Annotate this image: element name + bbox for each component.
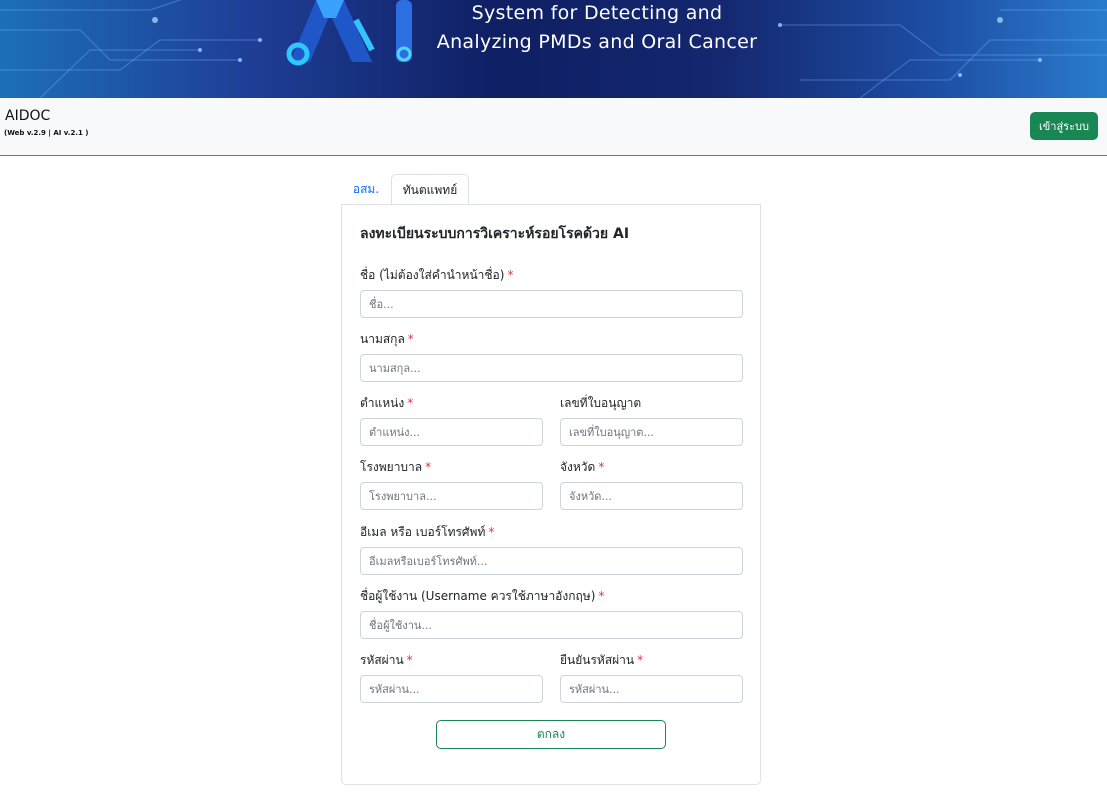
required-mark: *: [598, 460, 605, 474]
province-label: จังหวัด *: [560, 460, 605, 474]
registration-card: ลงทะเบียนระบบการวิเคราะห์รอยโรคด้วย AI ช…: [341, 204, 761, 785]
required-mark: *: [425, 460, 432, 474]
first-name-input[interactable]: [360, 290, 743, 318]
contact-input[interactable]: [360, 547, 743, 575]
contact-label: อีเมล หรือ เบอร์โทรศัพท์ *: [360, 525, 495, 539]
hospital-label: โรงพยาบาล *: [360, 460, 432, 474]
province-input[interactable]: [560, 482, 743, 510]
navbar: AIDOC (Web v.2.9 | AI v.2.1 ) เข้าสู่ระบ…: [0, 98, 1107, 156]
required-mark: *: [507, 268, 514, 282]
username-input[interactable]: [360, 611, 743, 639]
required-mark: *: [407, 332, 414, 346]
header-banner: System for Detecting and Analyzing PMDs …: [0, 0, 1107, 98]
position-label: ตำแหน่ง *: [360, 396, 414, 410]
required-mark: *: [407, 396, 414, 410]
submit-button[interactable]: ตกลง: [436, 720, 666, 749]
tab-dentist[interactable]: ทันตแพทย์: [391, 174, 469, 207]
position-input[interactable]: [360, 418, 543, 446]
role-tabs: อสม. ทันตแพทย์: [341, 174, 761, 207]
confirm-password-input[interactable]: [560, 675, 743, 703]
required-mark: *: [598, 589, 605, 603]
banner-title-line1: System for Detecting and: [471, 2, 723, 24]
form-title: ลงทะเบียนระบบการวิเคราะห์รอยโรคด้วย AI: [360, 226, 630, 242]
required-mark: *: [406, 653, 413, 667]
last-name-input[interactable]: [360, 354, 743, 382]
last-name-label: นามสกุล *: [360, 332, 414, 346]
banner-title-line2: Analyzing PMDs and Oral Cancer: [436, 31, 758, 53]
version-text: (Web v.2.9 | AI v.2.1 ): [4, 129, 89, 137]
hospital-input[interactable]: [360, 482, 543, 510]
license-input[interactable]: [560, 418, 743, 446]
password-label: รหัสผ่าน *: [360, 653, 413, 667]
brand-name[interactable]: AIDOC: [5, 108, 50, 124]
ai-logo-icon: [286, 0, 412, 66]
password-input[interactable]: [360, 675, 543, 703]
first-name-label: ชื่อ (ไม่ต้องใส่คำนำหน้าชื่อ) *: [360, 268, 514, 282]
tab-volunteer[interactable]: อสม.: [341, 174, 391, 204]
required-mark: *: [637, 653, 644, 667]
required-mark: *: [488, 525, 495, 539]
confirm-password-label: ยืนยันรหัสผ่าน *: [560, 653, 644, 667]
username-label: ชื่อผู้ใช้งาน (Username ควรใช้ภาษาอังกฤษ…: [360, 589, 605, 603]
login-button[interactable]: เข้าสู่ระบบ: [1030, 112, 1098, 140]
license-label: เลขที่ใบอนุญาต: [560, 396, 642, 410]
